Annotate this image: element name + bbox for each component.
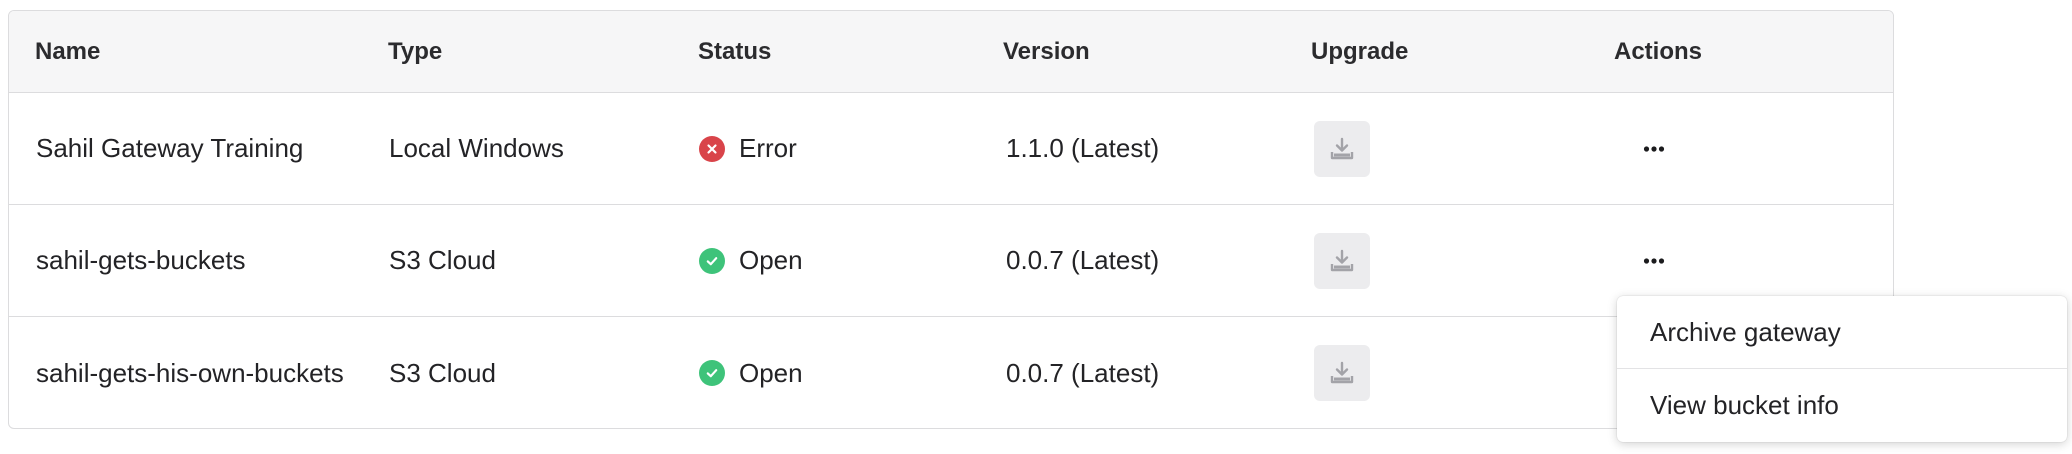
check-icon — [699, 360, 725, 386]
error-x-icon — [699, 135, 725, 162]
gateway-version: 0.0.7 (Latest) — [1006, 357, 1160, 388]
more-horizontal-icon — [1643, 257, 1665, 264]
gateway-type: Local Windows — [389, 133, 564, 163]
gateway-status: Error — [699, 93, 797, 204]
gateway-name[interactable]: sahil-gets-buckets — [36, 205, 246, 316]
column-header-type[interactable]: Type — [388, 11, 442, 92]
status-label: Error — [739, 133, 797, 163]
column-header-version[interactable]: Version — [1003, 11, 1090, 92]
more-actions-button[interactable] — [1634, 134, 1674, 164]
gateway-type: S3 Cloud — [389, 357, 496, 388]
table-row[interactable]: Sahil Gateway Training Local Windows Err… — [9, 93, 1893, 205]
upgrade-cell — [1314, 317, 1370, 428]
column-header-name[interactable]: Name — [35, 11, 100, 92]
download-icon — [1330, 249, 1354, 271]
actions-cell — [1634, 93, 1674, 204]
gateway-type: S3 Cloud — [389, 245, 496, 275]
column-header-upgrade: Upgrade — [1311, 37, 1409, 65]
status-label: Open — [739, 357, 803, 388]
gateway-status: Open — [699, 205, 803, 316]
table-header: Name Type Status Version Upgrade Actions — [9, 11, 1893, 93]
upgrade-button[interactable] — [1314, 232, 1370, 289]
actions-dropdown-menu: Archive gateway View bucket info — [1617, 296, 2067, 442]
gateway-version: 1.1.0 (Latest) — [1006, 133, 1160, 163]
upgrade-cell — [1314, 205, 1370, 316]
menu-item-view-bucket-info[interactable]: View bucket info — [1617, 369, 2067, 442]
gateway-version: 0.0.7 (Latest) — [1006, 245, 1160, 275]
gateway-status: Open — [699, 317, 803, 428]
upgrade-button[interactable] — [1314, 345, 1370, 401]
table-row[interactable]: sahil-gets-buckets S3 Cloud Open 0.0.7 (… — [9, 205, 1893, 317]
gateways-table: Name Type Status Version Upgrade Actions… — [8, 10, 1894, 429]
check-icon — [699, 247, 725, 274]
menu-item-archive-gateway[interactable]: Archive gateway — [1617, 296, 2067, 369]
download-icon — [1330, 361, 1354, 384]
gateway-name[interactable]: Sahil Gateway Training — [36, 93, 303, 204]
gateway-name[interactable]: sahil-gets-his-own-buckets — [36, 317, 344, 428]
more-actions-button[interactable] — [1634, 246, 1674, 276]
upgrade-button[interactable] — [1314, 120, 1370, 177]
more-horizontal-icon — [1643, 145, 1665, 152]
download-icon — [1330, 137, 1354, 159]
status-label: Open — [739, 245, 803, 275]
column-header-actions: Actions — [1614, 37, 1703, 65]
upgrade-cell — [1314, 93, 1370, 204]
column-header-status[interactable]: Status — [698, 11, 771, 92]
table-row[interactable]: sahil-gets-his-own-buckets S3 Cloud Open… — [9, 317, 1893, 428]
